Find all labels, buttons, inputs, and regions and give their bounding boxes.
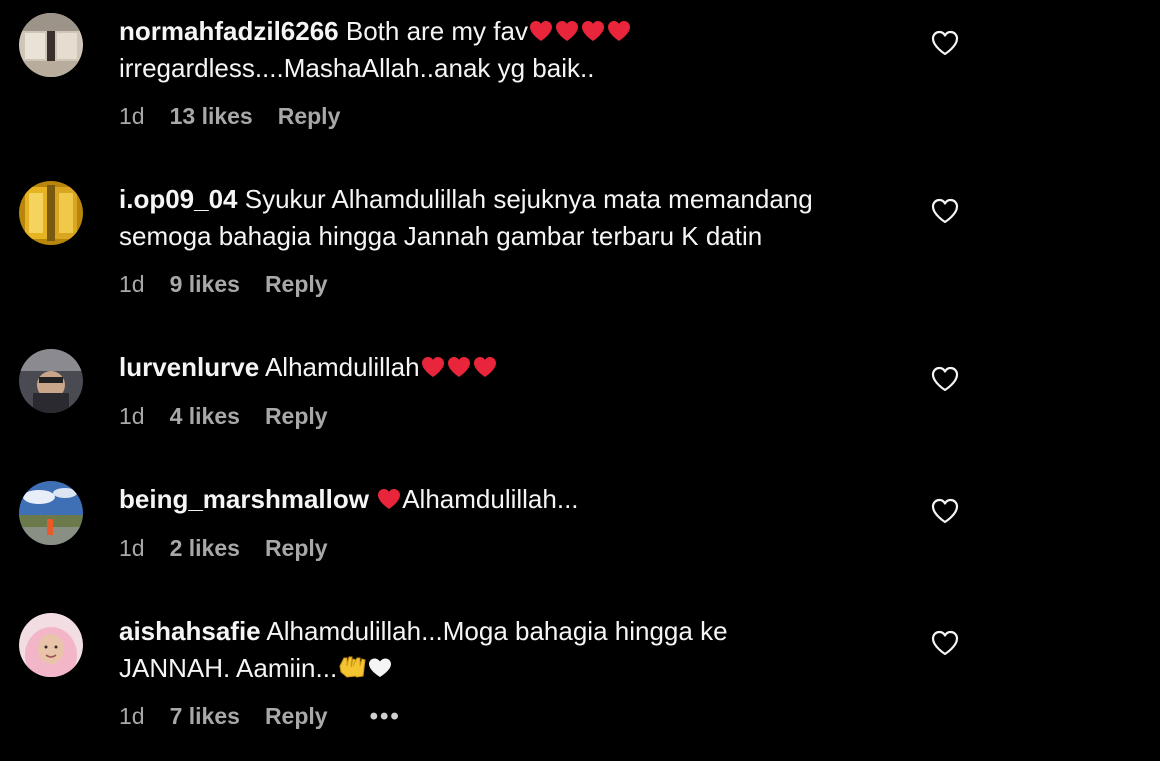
red-heart-emoji	[606, 19, 632, 43]
comment-meta: 1d 2 likes Reply	[119, 535, 328, 562]
username[interactable]: normahfadzil6266	[119, 16, 339, 46]
avatar[interactable]	[19, 481, 83, 545]
username[interactable]: i.op09_04	[119, 184, 238, 214]
avatar[interactable]	[19, 181, 83, 245]
heart-outline-icon[interactable]	[930, 629, 960, 657]
comment-text: i.op09_04 Syukur Alhamdulillah sejuknya …	[119, 181, 909, 255]
reply-button[interactable]: Reply	[265, 535, 328, 561]
comment-meta: 1d 13 likes Reply	[119, 103, 340, 130]
white-heart-emoji	[369, 658, 392, 677]
username[interactable]: being_marshmallow	[119, 484, 369, 514]
timestamp: 1d	[119, 535, 145, 561]
avatar[interactable]	[19, 13, 83, 77]
heart-outline-icon[interactable]	[930, 197, 960, 225]
comment-text-part	[369, 484, 376, 514]
comment-meta: 1d 7 likes Reply •••	[119, 703, 401, 731]
comment-text-line: JANNAH. Aamiin...	[119, 653, 338, 683]
red-heart-emoji	[528, 19, 554, 43]
likes-count[interactable]: 4 likes	[170, 403, 240, 429]
timestamp: 1d	[119, 103, 145, 129]
comment-text-part: Alhamdulillah...	[402, 484, 579, 514]
red-heart-emoji	[554, 19, 580, 43]
likes-count[interactable]: 13 likes	[170, 103, 253, 129]
heart-outline-icon[interactable]	[930, 497, 960, 525]
avatar[interactable]	[19, 613, 83, 677]
heart-outline-icon[interactable]	[930, 365, 960, 393]
comment-text: aishahsafie Alhamdulillah...Moga bahagia…	[119, 613, 909, 687]
likes-count[interactable]: 9 likes	[170, 271, 240, 297]
reply-button[interactable]: Reply	[278, 103, 341, 129]
likes-count[interactable]: 2 likes	[170, 535, 240, 561]
comment-text-part: Alhamdulillah	[259, 352, 420, 382]
comment-text-line: semoga bahagia hingga Jannah gambar terb…	[119, 221, 763, 251]
comment-text: normahfadzil6266 Both are my fav irregar…	[119, 13, 909, 87]
username[interactable]: aishahsafie	[119, 616, 261, 646]
heart-outline-icon[interactable]	[930, 29, 960, 57]
comment-meta: 1d 4 likes Reply	[119, 403, 328, 430]
more-options-icon[interactable]: •••	[370, 703, 401, 730]
comment-text-line: irregardless....MashaAllah..anak yg baik…	[119, 53, 595, 83]
comment-text: lurvenlurve Alhamdulillah	[119, 349, 909, 386]
avatar[interactable]	[19, 349, 83, 413]
reply-button[interactable]: Reply	[265, 403, 328, 429]
red-heart-emoji	[420, 355, 446, 379]
timestamp: 1d	[119, 703, 145, 729]
timestamp: 1d	[119, 403, 145, 429]
comment-text-part: Syukur Alhamdulillah sejuknya mata meman…	[237, 184, 813, 214]
raising-hands-emoji	[339, 656, 366, 678]
comment-meta: 1d 9 likes Reply	[119, 271, 328, 298]
red-heart-emoji	[376, 487, 402, 511]
red-heart-emoji	[472, 355, 498, 379]
likes-count[interactable]: 7 likes	[170, 703, 240, 729]
reply-button[interactable]: Reply	[265, 271, 328, 297]
reply-button[interactable]: Reply	[265, 703, 328, 729]
red-heart-emoji	[446, 355, 472, 379]
comment-text: being_marshmallow Alhamdulillah...	[119, 481, 909, 518]
timestamp: 1d	[119, 271, 145, 297]
red-heart-emoji	[580, 19, 606, 43]
comment-text-part: Both are my fav	[338, 16, 528, 46]
username[interactable]: lurvenlurve	[119, 352, 259, 382]
comment-text-part: Alhamdulillah...Moga bahagia hingga ke	[260, 616, 728, 646]
